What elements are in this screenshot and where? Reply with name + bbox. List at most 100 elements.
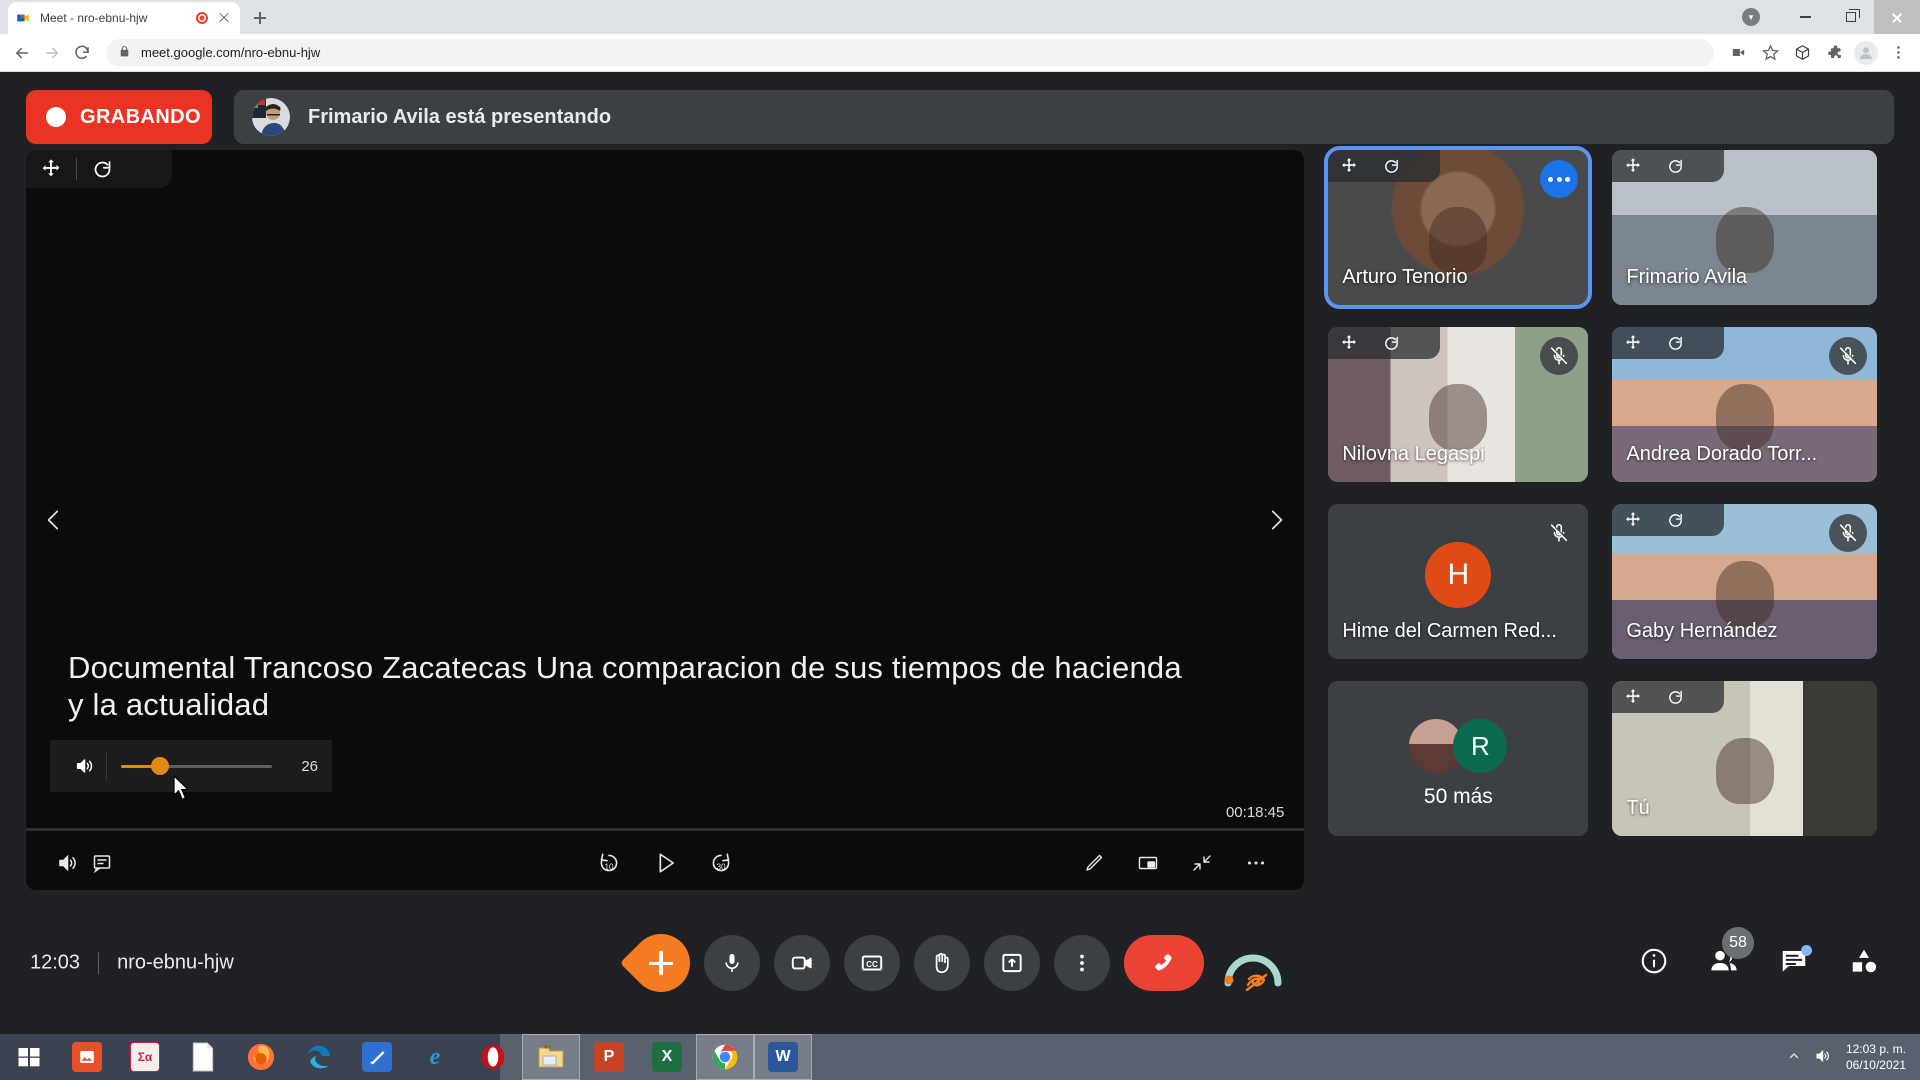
close-window-button[interactable] (1874, 0, 1920, 34)
edge-icon[interactable] (290, 1034, 348, 1080)
camera-button[interactable] (774, 935, 830, 991)
microphone-button[interactable] (704, 935, 760, 991)
activities-button[interactable] (1842, 941, 1886, 985)
move-icon[interactable] (1328, 150, 1370, 182)
chat-button[interactable] (1772, 941, 1816, 985)
document-icon[interactable] (174, 1034, 232, 1080)
photos-icon[interactable] (58, 1034, 116, 1080)
browser-tab[interactable]: Meet - nro-ebnu-hjw (8, 2, 240, 34)
cube-icon[interactable] (1788, 39, 1816, 67)
move-icon[interactable] (1328, 327, 1370, 359)
forward-arrow-icon[interactable] (38, 39, 66, 67)
raise-hand-button[interactable] (914, 935, 970, 991)
tab-close-icon[interactable] (216, 10, 232, 26)
forward-30-button[interactable]: 30 (707, 849, 735, 877)
meet-top-bar: GRABANDO Frimario Avila está presentando (0, 72, 1920, 150)
add-pin-button[interactable] (619, 921, 703, 1005)
extensions-icon[interactable] (1820, 39, 1848, 67)
captions-button[interactable]: CC (844, 935, 900, 991)
taskbar-clock[interactable]: 12:03 p. m. 06/10/2021 (1846, 1041, 1906, 1073)
participant-tile[interactable]: Nilovna Legaspi (1328, 327, 1589, 482)
next-slide-button[interactable] (1256, 500, 1296, 540)
player-volume-icon[interactable] (56, 851, 80, 875)
unread-indicator (1801, 945, 1812, 956)
rewind-10-button[interactable]: 10 (595, 849, 623, 877)
star-icon[interactable] (1756, 39, 1784, 67)
more-options-button[interactable] (1054, 935, 1110, 991)
system-tray: 12:03 p. m. 06/10/2021 (1788, 1034, 1920, 1080)
video-title: Documental Trancoso Zacatecas Una compar… (68, 650, 1182, 722)
participant-tile[interactable]: Arturo Tenorio (1324, 146, 1593, 309)
meeting-details-button[interactable] (1632, 941, 1676, 985)
play-button[interactable] (651, 849, 679, 877)
participants-button[interactable]: 58 (1702, 927, 1754, 985)
exit-fullscreen-icon[interactable] (1190, 851, 1214, 875)
refresh-icon[interactable] (1654, 150, 1696, 182)
recording-label: GRABANDO (80, 105, 201, 128)
camera-icon[interactable] (1724, 39, 1752, 67)
powerpoint-icon[interactable]: P (580, 1034, 638, 1080)
maximize-button[interactable] (1828, 0, 1874, 34)
participant-tile[interactable]: Frimario Avila (1612, 150, 1878, 305)
move-icon[interactable] (26, 150, 76, 188)
meet-right-controls: 58 (1632, 927, 1886, 985)
reload-icon[interactable] (68, 39, 96, 67)
divider (98, 952, 100, 974)
volume-slider-handle[interactable] (151, 757, 170, 775)
refresh-icon[interactable] (1654, 504, 1696, 536)
refresh-icon[interactable] (77, 150, 127, 188)
recording-badge[interactable]: GRABANDO (26, 90, 212, 144)
meet-bottom-bar: 12:03 nro-ebnu-hjw CC 58 (0, 916, 1920, 1010)
presentation-pane[interactable]: Documental Trancoso Zacatecas Una compar… (26, 150, 1305, 890)
more-horizontal-icon[interactable] (1244, 851, 1268, 875)
video-scrubber[interactable] (26, 828, 1305, 831)
onenote-icon[interactable] (348, 1034, 406, 1080)
new-tab-button[interactable] (246, 4, 274, 32)
meeting-time: 12:03 (30, 951, 81, 974)
participant-tile[interactable]: R 50 más (1328, 681, 1589, 836)
address-bar[interactable]: meet.google.com/nro-ebnu-hjw (106, 38, 1714, 67)
windows-start-icon[interactable] (0, 1034, 58, 1080)
pip-icon[interactable] (1136, 851, 1160, 875)
participants-grid: Arturo Tenorio Frimario Avila Nilovna Le… (1324, 146, 1894, 916)
tile-pin-tools (1612, 327, 1725, 359)
mathtype-icon[interactable]: Σα (116, 1034, 174, 1080)
present-screen-button[interactable] (984, 935, 1040, 991)
move-icon[interactable] (1612, 504, 1654, 536)
gauge-indicator[interactable] (1218, 935, 1288, 992)
file-explorer-icon[interactable] (522, 1034, 580, 1080)
menu-icon[interactable] (1884, 39, 1912, 67)
show-hidden-icons[interactable] (1788, 1050, 1800, 1065)
minimize-button[interactable] (1782, 0, 1828, 34)
opera-icon[interactable] (464, 1034, 522, 1080)
refresh-icon[interactable] (1654, 681, 1696, 713)
volume-slider[interactable] (121, 757, 272, 775)
previous-slide-button[interactable] (34, 500, 74, 540)
download-chevron-icon[interactable]: ▾ (1742, 8, 1760, 26)
participant-tile[interactable]: Gaby Hernández (1612, 504, 1878, 659)
participant-name: 50 más (1423, 785, 1493, 808)
internet-explorer-icon[interactable]: e (406, 1034, 464, 1080)
profile-icon[interactable] (1852, 39, 1880, 67)
tray-volume-icon[interactable] (1814, 1047, 1832, 1068)
move-icon[interactable] (1612, 327, 1654, 359)
participant-tile[interactable]: Andrea Dorado Torr... (1612, 327, 1878, 482)
refresh-icon[interactable] (1370, 150, 1412, 182)
refresh-icon[interactable] (1370, 327, 1412, 359)
refresh-icon[interactable] (1654, 327, 1696, 359)
volume-icon[interactable] (64, 755, 106, 777)
back-arrow-icon[interactable] (8, 39, 36, 67)
player-captions-icon[interactable] (90, 851, 114, 875)
chrome-icon[interactable] (696, 1034, 754, 1080)
participant-tile[interactable]: Tú (1612, 681, 1878, 836)
pencil-icon[interactable] (1082, 851, 1106, 875)
participant-tile[interactable]: H Hime del Carmen Red... (1328, 504, 1589, 659)
leave-call-button[interactable] (1124, 935, 1204, 991)
url-text: meet.google.com/nro-ebnu-hjw (141, 45, 321, 60)
svg-text:10: 10 (605, 862, 615, 871)
firefox-icon[interactable] (232, 1034, 290, 1080)
move-icon[interactable] (1612, 150, 1654, 182)
excel-icon[interactable]: X (638, 1034, 696, 1080)
word-icon[interactable]: W (754, 1034, 812, 1080)
move-icon[interactable] (1612, 681, 1654, 713)
